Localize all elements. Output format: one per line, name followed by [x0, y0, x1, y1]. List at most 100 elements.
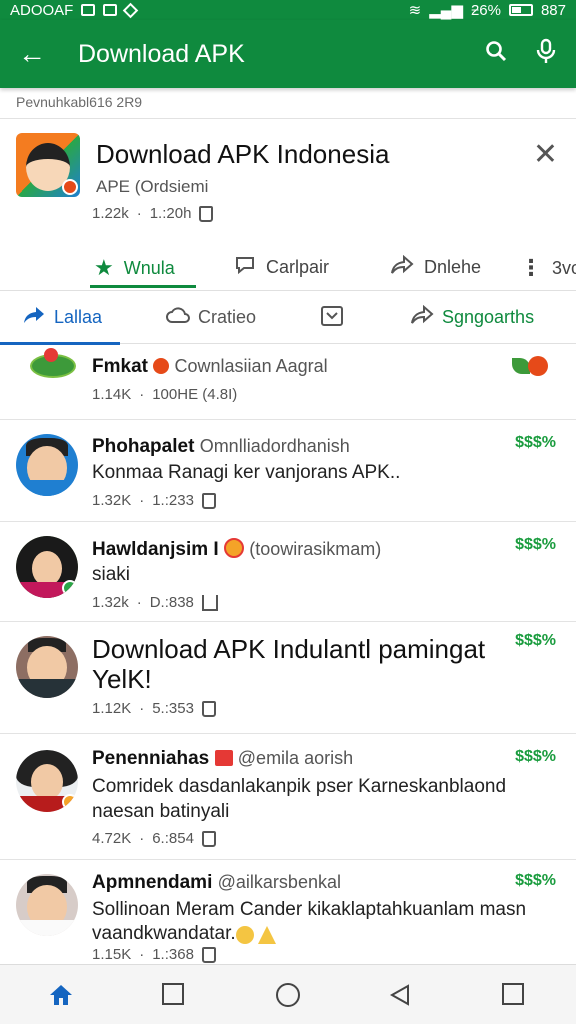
- list-item[interactable]: Apmnendami @ailkarsbenkal Sollinoan Mera…: [0, 860, 576, 964]
- emoji-badge-icon: [62, 794, 78, 810]
- arrow-back-icon[interactable]: ←: [0, 20, 64, 88]
- tab-sgngoarths[interactable]: Sgngoarths: [410, 304, 534, 330]
- price-label: $$$%: [515, 872, 556, 889]
- avatar: [16, 434, 78, 496]
- verified-badge-icon: [62, 580, 78, 596]
- star-icon: ★: [94, 255, 114, 280]
- thumb-up-icon[interactable]: [201, 830, 216, 847]
- list-item[interactable]: Phohapalet Omnlliadordhanish Konmaa Rana…: [0, 420, 576, 522]
- post-author: Penenniahas: [92, 748, 210, 769]
- post-author: Phohapalet: [92, 436, 195, 457]
- tab-bar: Lallaa Cratieo Sgngoarths: [0, 290, 576, 345]
- post-meta: 1.32K · 1.:233: [92, 492, 216, 509]
- close-icon[interactable]: ✕: [533, 137, 558, 172]
- avatar: [16, 874, 78, 936]
- cloud-icon: [166, 305, 190, 330]
- emoji-icon: [236, 926, 254, 944]
- post-meta: 1.32k · D.:838: [92, 594, 218, 611]
- breadcrumb: Pevnuhkabl616 2R9: [16, 94, 143, 110]
- post-author: Apmnendami: [92, 872, 213, 893]
- post-handle: Cownlasiian Aagral: [174, 356, 328, 376]
- price-label: $$$%: [515, 632, 556, 649]
- post-handle: @emila aorish: [237, 748, 354, 768]
- battery-icon: [508, 4, 533, 16]
- share-icon: [410, 304, 434, 330]
- comment-icon: [234, 255, 256, 280]
- carrier-label: ADOOAF: [10, 1, 74, 19]
- tab-cratieo[interactable]: Cratieo: [166, 305, 256, 330]
- share-icon: [390, 254, 414, 280]
- post-handle: (toowirasikmam): [249, 539, 382, 559]
- post-body: Download APK Indulantl pamingat YelK!: [92, 634, 486, 694]
- post-meta: 1.14K · 100HE (4.8I): [92, 386, 238, 403]
- notification-icon: [103, 4, 118, 16]
- price-label: $$$%: [515, 434, 556, 451]
- avatar: [16, 536, 78, 598]
- action-wnula[interactable]: ★ Wnula: [94, 255, 175, 281]
- app-meta: 1.22k · 1.:20h: [92, 205, 214, 222]
- post-handle: Omnlliadordhanish: [199, 436, 350, 456]
- list-item[interactable]: Penenniahas @emila aorish Comridek dasda…: [0, 734, 576, 860]
- status-bar: ADOOAF ≋ ▂▄▆ ƻ6% 887: [0, 0, 576, 20]
- thumb-up-icon[interactable]: [201, 492, 216, 509]
- thumb-up-icon[interactable]: [201, 700, 216, 717]
- post-body: Sollinoan Meram Cander kikaklaptahkuanla…: [92, 899, 527, 944]
- action-dnlehe[interactable]: Dnlehe: [390, 254, 481, 280]
- signal-icon: ▂▄▆: [429, 2, 463, 19]
- system-nav-bar: [0, 964, 576, 1024]
- search-icon[interactable]: [484, 39, 508, 70]
- flower-icon: [44, 348, 58, 362]
- post-body: Comridek dasdanlakanpik pser Karneskanbl…: [92, 776, 507, 822]
- notification-icon: [81, 4, 96, 16]
- post-handle: @ailkarsbenkal: [217, 872, 341, 892]
- avatar: [16, 636, 78, 698]
- app-bar: ← Download APK: [0, 20, 576, 88]
- emoji-icon: [223, 538, 244, 558]
- tab-lallaa[interactable]: Lallaa: [22, 305, 102, 330]
- post-meta: 4.72K · 6.:854: [92, 830, 216, 847]
- post-meta: 1.12K · 5.:353: [92, 700, 216, 717]
- wifi-icon: ≋: [408, 2, 422, 19]
- app-logo: [16, 133, 80, 197]
- list-item[interactable]: Hawldanjsim I (toowirasikmam) siaki 1.32…: [0, 522, 576, 622]
- avatar: [16, 750, 78, 812]
- price-label: $$$%: [515, 748, 556, 765]
- emoji-icon: [153, 358, 170, 374]
- app-time: 1.:20h: [149, 205, 192, 222]
- page-title: Download APK: [78, 39, 245, 68]
- home-circle-icon[interactable]: [276, 983, 300, 1007]
- list-item[interactable]: Fmkat Cownlasiian Aagral 1.14K · 100HE (4…: [0, 344, 576, 420]
- tab-checkbox[interactable]: [320, 305, 352, 332]
- post-author: Hawldanjsim I: [92, 539, 219, 560]
- share-icon[interactable]: [201, 594, 218, 611]
- action-row: ★ Wnula Carlpair Dnlehe ⋮ 3vo: [0, 243, 576, 291]
- thumb-up-icon[interactable]: [199, 205, 214, 222]
- action-active-indicator: [90, 285, 196, 288]
- clock: 887: [540, 1, 566, 19]
- post-body: Konmaa Ranagi ker vanjorans APK..: [92, 462, 401, 483]
- calendar-icon: [214, 750, 233, 766]
- app-subtitle: APE (Ordsiemi: [96, 177, 209, 196]
- action-more[interactable]: ⋮ 3vo: [520, 255, 576, 281]
- app-header-card: Download APK Indonesia APE (Ordsiemi 1.2…: [0, 118, 576, 290]
- price-label: $$$%: [515, 536, 556, 553]
- recents-icon[interactable]: [162, 983, 184, 1005]
- post-author: Fmkat: [92, 356, 148, 377]
- mic-icon[interactable]: [534, 38, 558, 71]
- thumb-up-icon[interactable]: [201, 946, 216, 963]
- action-carlpair[interactable]: Carlpair: [234, 255, 329, 280]
- post-meta: 1.15K · 1.:368: [92, 946, 216, 963]
- home-icon[interactable]: [48, 983, 72, 1007]
- share-filled-icon: [22, 305, 46, 330]
- battery-percent: ƻ6%: [470, 1, 501, 19]
- overview-icon[interactable]: [502, 983, 524, 1005]
- back-icon[interactable]: [388, 983, 412, 1007]
- checkbox-icon: [320, 305, 344, 332]
- post-body: siaki: [92, 564, 131, 585]
- app-title: Download APK Indonesia: [96, 139, 390, 169]
- badge-icon: [528, 356, 548, 376]
- app-stats: 1.22k: [92, 205, 129, 222]
- location-icon: [123, 2, 139, 18]
- list-item[interactable]: Download APK Indulantl pamingat YelK! 1.…: [0, 622, 576, 734]
- more-vert-icon: ⋮: [520, 255, 542, 280]
